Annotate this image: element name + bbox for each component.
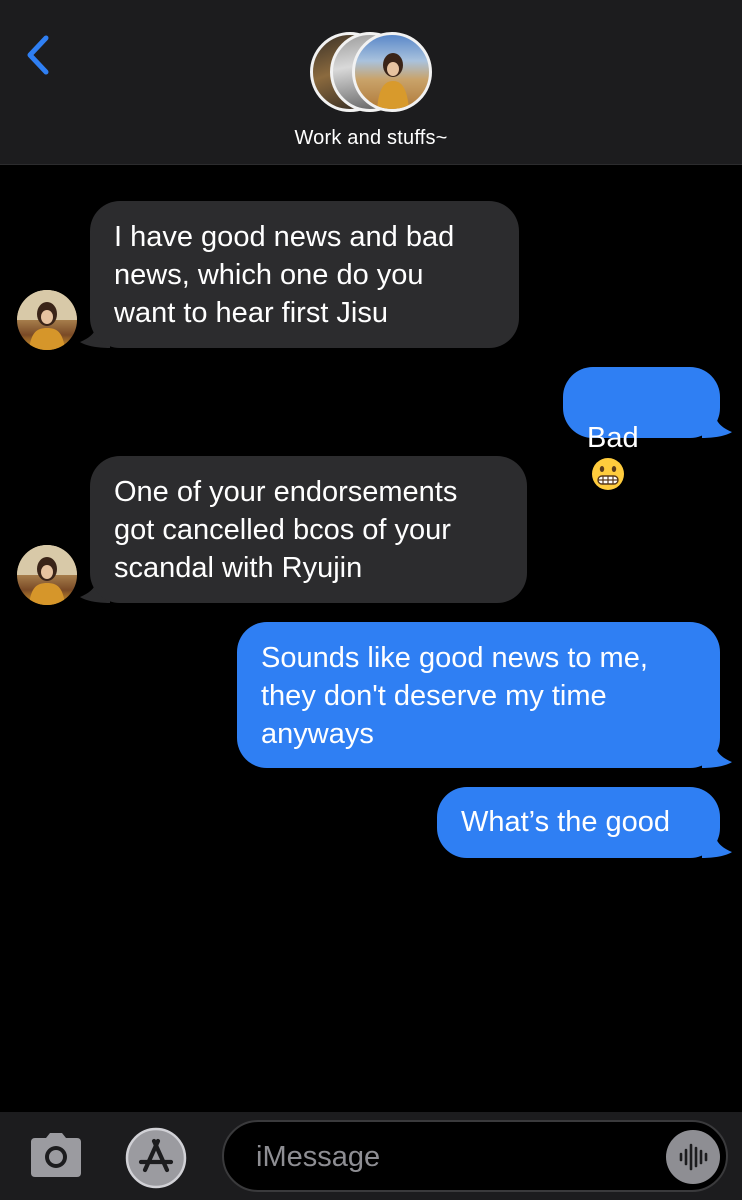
camera-button[interactable] <box>30 1132 82 1178</box>
group-member-avatar <box>352 32 432 112</box>
message-text: Bad <box>587 422 639 454</box>
audio-waveform-icon <box>679 1143 708 1171</box>
app-store-icon <box>125 1127 187 1189</box>
chevron-left-icon <box>27 35 49 75</box>
sender-avatar[interactable] <box>17 290 77 350</box>
sender-avatar[interactable] <box>17 545 77 605</box>
camera-icon <box>31 1133 81 1177</box>
grimacing-face-emoji <box>592 458 624 490</box>
conversation-header: Work and stuffs~ <box>0 0 742 165</box>
imessage-input[interactable] <box>222 1120 728 1192</box>
outgoing-message-bubble[interactable]: Bad <box>563 367 720 490</box>
incoming-message-bubble[interactable]: I have good news and bad news, which one… <box>90 201 519 348</box>
incoming-message-bubble[interactable]: One of your endorsements got cancelled b… <box>90 456 527 603</box>
app-store-button[interactable] <box>124 1126 188 1190</box>
compose-bar <box>0 1112 742 1200</box>
bubble-tail <box>702 416 732 438</box>
bubble-tail <box>702 836 732 858</box>
outgoing-message-bubble[interactable]: What’s the good <box>437 787 720 858</box>
chat-title[interactable]: Work and stuffs~ <box>0 127 742 150</box>
audio-message-button[interactable] <box>666 1130 720 1184</box>
message-text-field[interactable] <box>254 1134 658 1180</box>
bubble-tail <box>702 746 732 768</box>
back-button[interactable] <box>20 30 60 80</box>
group-avatar-stack[interactable] <box>308 30 438 114</box>
outgoing-message-bubble[interactable]: Sounds like good news to me, they don't … <box>237 622 720 768</box>
